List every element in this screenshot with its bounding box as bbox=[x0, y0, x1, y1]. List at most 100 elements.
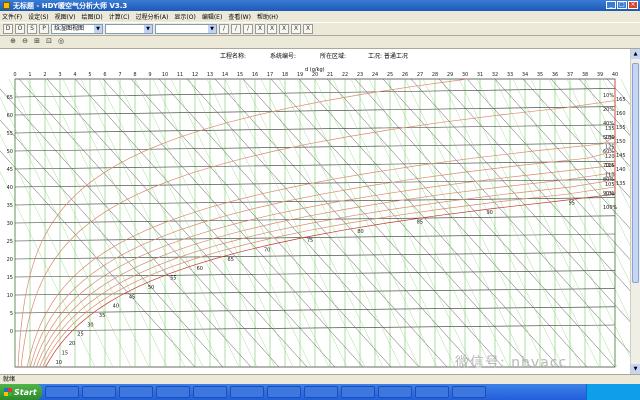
close-button[interactable]: × bbox=[628, 1, 638, 9]
taskbar-item[interactable] bbox=[45, 386, 79, 398]
x-tick-label: 15 bbox=[237, 72, 243, 78]
print-icon[interactable]: P bbox=[39, 24, 49, 34]
menu-process-analysis[interactable]: 过程分析(A) bbox=[136, 12, 169, 21]
taskbar-item[interactable] bbox=[119, 386, 153, 398]
tool-icon[interactable]: X bbox=[255, 24, 265, 34]
start-button[interactable]: Start bbox=[0, 384, 42, 400]
maximize-button[interactable]: □ bbox=[617, 1, 627, 9]
right-axis-label: 135 bbox=[616, 181, 626, 187]
specific-volume-line bbox=[260, 78, 402, 368]
y-tick-label: 40 bbox=[7, 185, 13, 191]
zoom-reset-icon[interactable]: ◎ bbox=[56, 37, 66, 47]
x-tick-label: 37 bbox=[567, 72, 573, 78]
scroll-up-icon[interactable]: ▲ bbox=[631, 49, 640, 59]
scroll-thumb[interactable] bbox=[632, 63, 639, 283]
specific-volume-line bbox=[332, 78, 474, 368]
taskbar-item[interactable] bbox=[230, 386, 264, 398]
x-tick-label: 18 bbox=[282, 72, 288, 78]
select-3[interactable]: ▼ bbox=[155, 24, 217, 34]
taskbar-item[interactable] bbox=[452, 386, 486, 398]
right-axis-label: 155 bbox=[616, 125, 626, 131]
chart-svg[interactable]: 工程名称: 系统编号: 所在区域: 工况: 普通工况 d (g/kg) 0123… bbox=[0, 49, 640, 374]
windows-logo-icon bbox=[4, 388, 12, 396]
enthalpy-line bbox=[102, 78, 364, 368]
specific-volume-line bbox=[440, 78, 582, 368]
y-tick-label: 65 bbox=[7, 95, 13, 101]
window-controls: _ □ × bbox=[606, 1, 638, 9]
zoom-out-icon[interactable]: ⊖ bbox=[20, 37, 30, 47]
taskbar-item[interactable] bbox=[156, 386, 190, 398]
x-tick-label: 7 bbox=[118, 72, 121, 78]
enthalpy-label: 15 bbox=[62, 350, 68, 356]
view-select[interactable]: 焓湿图视图 ▼ bbox=[51, 24, 103, 34]
enthalpy-label: 40 bbox=[113, 304, 119, 310]
enthalpy-label: 45 bbox=[129, 294, 135, 300]
y-tick-label: 60 bbox=[7, 113, 13, 119]
menu-window[interactable]: 查看(W) bbox=[228, 12, 251, 21]
system-tray[interactable] bbox=[586, 384, 640, 400]
window-title: 无标题 - HDY暖空气分析大师 V3.3 bbox=[13, 1, 128, 10]
taskbar-item[interactable] bbox=[341, 386, 375, 398]
zoom-in-icon[interactable]: ⊕ bbox=[8, 37, 18, 47]
rh-curve bbox=[29, 79, 616, 368]
region-label: 所在区域: bbox=[320, 52, 346, 60]
enthalpy-label: 25 bbox=[77, 332, 83, 338]
y-tick-label: 45 bbox=[7, 167, 13, 173]
rh-label: 40% bbox=[603, 121, 614, 127]
taskbar-item[interactable] bbox=[415, 386, 449, 398]
right-axis-label: 145 bbox=[616, 153, 626, 159]
tool-icon[interactable]: X bbox=[279, 24, 289, 34]
menu-settings[interactable]: 设定(S) bbox=[28, 12, 49, 21]
specific-volume-line bbox=[26, 78, 168, 368]
zoom-fit-icon[interactable]: ⊡ bbox=[44, 37, 54, 47]
menu-display[interactable]: 显示(O) bbox=[174, 12, 195, 21]
x-tick-label: 30 bbox=[462, 72, 468, 78]
y-tick-label: 10 bbox=[7, 293, 13, 299]
x-tick-label: 25 bbox=[387, 72, 393, 78]
enthalpy-line bbox=[46, 78, 308, 368]
taskbar-item[interactable] bbox=[193, 386, 227, 398]
minimize-button[interactable]: _ bbox=[606, 1, 616, 9]
psychrometric-chart[interactable]: 工程名称: 系统编号: 所在区域: 工况: 普通工况 d (g/kg) 0123… bbox=[0, 49, 640, 374]
y-tick-label: 50 bbox=[7, 149, 13, 155]
system-label: 系统编号: bbox=[270, 52, 296, 60]
menu-view[interactable]: 视图(V) bbox=[55, 12, 76, 21]
x-tick-label: 32 bbox=[492, 72, 498, 78]
save-icon[interactable]: S bbox=[27, 24, 37, 34]
vertical-scrollbar[interactable]: ▲ ▼ bbox=[630, 49, 640, 374]
rh-label: 80% bbox=[603, 177, 614, 183]
tool-icon[interactable]: X bbox=[303, 24, 313, 34]
open-file-icon[interactable]: O bbox=[15, 24, 25, 34]
tool-icon[interactable]: X bbox=[291, 24, 301, 34]
rh-label: 20% bbox=[603, 107, 614, 113]
x-tick-label: 26 bbox=[402, 72, 408, 78]
menu-file[interactable]: 文件(F) bbox=[2, 12, 22, 21]
x-tick-label: 16 bbox=[252, 72, 258, 78]
new-file-icon[interactable]: D bbox=[3, 24, 13, 34]
draw-line-icon[interactable]: / bbox=[219, 24, 229, 34]
enthalpy-label: 85 bbox=[417, 219, 423, 225]
taskbar-item[interactable] bbox=[267, 386, 301, 398]
enthalpy-line bbox=[438, 78, 640, 303]
tool-icon[interactable]: X bbox=[267, 24, 277, 34]
taskbar-item[interactable] bbox=[304, 386, 338, 398]
draw-line-icon[interactable]: / bbox=[231, 24, 241, 34]
menu-draw[interactable]: 绘图(D) bbox=[81, 12, 102, 21]
menu-help[interactable]: 帮助(H) bbox=[257, 12, 278, 21]
zoom-window-icon[interactable]: ⊞ bbox=[32, 37, 42, 47]
rh-label: 50% bbox=[603, 135, 614, 141]
draw-line-icon[interactable]: / bbox=[243, 24, 253, 34]
y-tick-label: 35 bbox=[7, 203, 13, 209]
menu-edit[interactable]: 编辑(E) bbox=[202, 12, 222, 21]
y-tick-label: 25 bbox=[7, 239, 13, 245]
x-tick-label: 11 bbox=[177, 72, 183, 78]
x-tick-label: 27 bbox=[417, 72, 423, 78]
x-tick-label: 36 bbox=[552, 72, 558, 78]
select-2[interactable]: ▼ bbox=[105, 24, 153, 34]
taskbar-item[interactable] bbox=[82, 386, 116, 398]
x-tick-label: 14 bbox=[222, 72, 228, 78]
y-tick-label: 55 bbox=[7, 131, 13, 137]
scroll-down-icon[interactable]: ▼ bbox=[631, 364, 640, 374]
taskbar-item[interactable] bbox=[378, 386, 412, 398]
menu-calculate[interactable]: 计算(C) bbox=[109, 12, 130, 21]
